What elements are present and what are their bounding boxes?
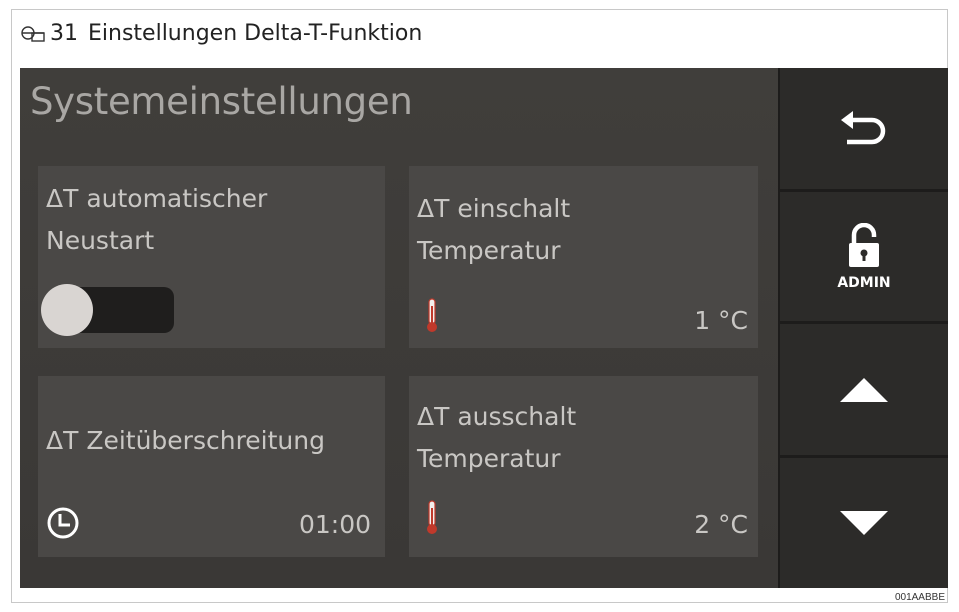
tile-time-exceeded[interactable]: ΔT Zeitüberschreitung 01:00 [38,376,385,557]
figure-icon [21,26,45,42]
tile-label-line2: Temperatur [417,444,561,473]
switch-on-temperature-value: 1 °C [694,306,748,335]
scroll-up-button[interactable] [778,324,948,458]
triangle-down-icon [840,511,888,535]
back-arrow-icon [841,110,886,144]
clock-icon [47,507,79,539]
auto-restart-toggle[interactable] [41,284,174,336]
page-title: Systemeinstellungen [30,80,413,123]
sidebar: ADMIN [778,68,948,588]
figure-number: 31 [50,20,78,46]
figure-title: Einstellungen Delta-T-Funktion [88,20,423,46]
tile-label-line1: ΔT ausschalt [417,402,577,431]
back-button[interactable] [778,68,948,192]
switch-off-temperature-value: 2 °C [694,510,748,539]
admin-label: ADMIN [837,274,891,291]
triangle-up-icon [840,377,888,402]
thermometer-icon [427,298,437,332]
figure-caption: 31 Einstellungen Delta-T-Funktion [20,15,422,51]
tile-switch-on-temperature[interactable]: ΔT einschalt Temperatur 1 °C [409,166,758,348]
scroll-down-button[interactable] [778,458,948,588]
admin-button[interactable]: ADMIN [778,192,948,324]
tile-label-line2: Neustart [46,226,155,255]
main-panel: Systemeinstellungen ΔT automatischer Neu… [20,68,778,588]
tile-switch-off-temperature[interactable]: ΔT ausschalt Temperatur 2 °C [409,376,758,557]
tile-label-line1: ΔT Zeitüberschreitung [46,426,325,455]
time-exceeded-value: 01:00 [298,510,371,539]
toggle-knob [41,284,93,336]
thermometer-icon [427,500,437,534]
tile-label-line1: ΔT einschalt [417,194,571,223]
figure-code: 001AABBE [894,592,945,603]
tile-label-line2: Temperatur [417,236,561,265]
tile-label-line1: ΔT automatischer [46,184,268,213]
tile-auto-restart[interactable]: ΔT automatischer Neustart [38,166,385,348]
padlock-icon [849,222,879,267]
device-screen: Systemeinstellungen ΔT automatischer Neu… [20,68,948,588]
